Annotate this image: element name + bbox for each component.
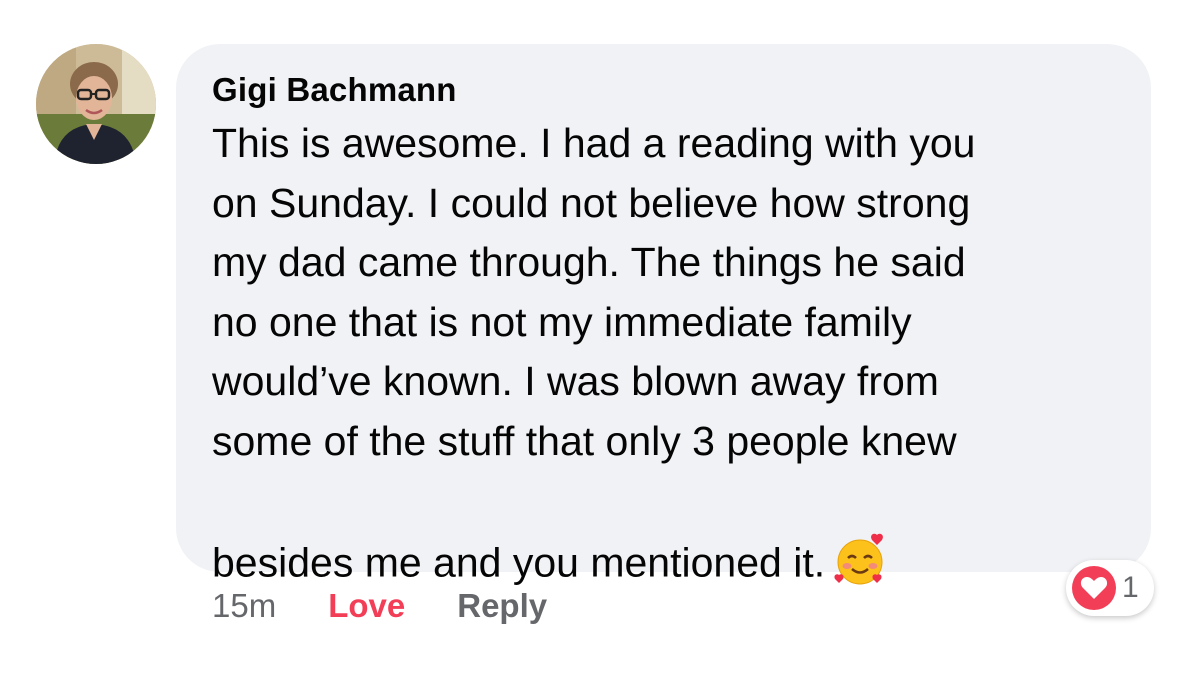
heart-icon: [1072, 566, 1116, 610]
comment-timestamp[interactable]: 15m: [212, 587, 276, 625]
smiling-face-with-hearts-icon: [831, 471, 889, 584]
avatar[interactable]: [36, 44, 156, 164]
reaction-count: 1: [1122, 571, 1139, 604]
comment-body: This is awesome. I had a reading with yo…: [212, 114, 1121, 593]
comment-bubble: Gigi Bachmann This is awesome. I had a r…: [176, 44, 1151, 586]
comment-container: Gigi Bachmann This is awesome. I had a r…: [0, 0, 1187, 676]
comment-author-name[interactable]: Gigi Bachmann: [212, 70, 1121, 110]
profile-photo: [36, 44, 156, 164]
love-button[interactable]: Love: [328, 587, 405, 625]
reply-button[interactable]: Reply: [457, 587, 547, 625]
comment-actions: 15m Love Reply: [212, 582, 547, 630]
reaction-summary[interactable]: 1: [1066, 560, 1154, 616]
